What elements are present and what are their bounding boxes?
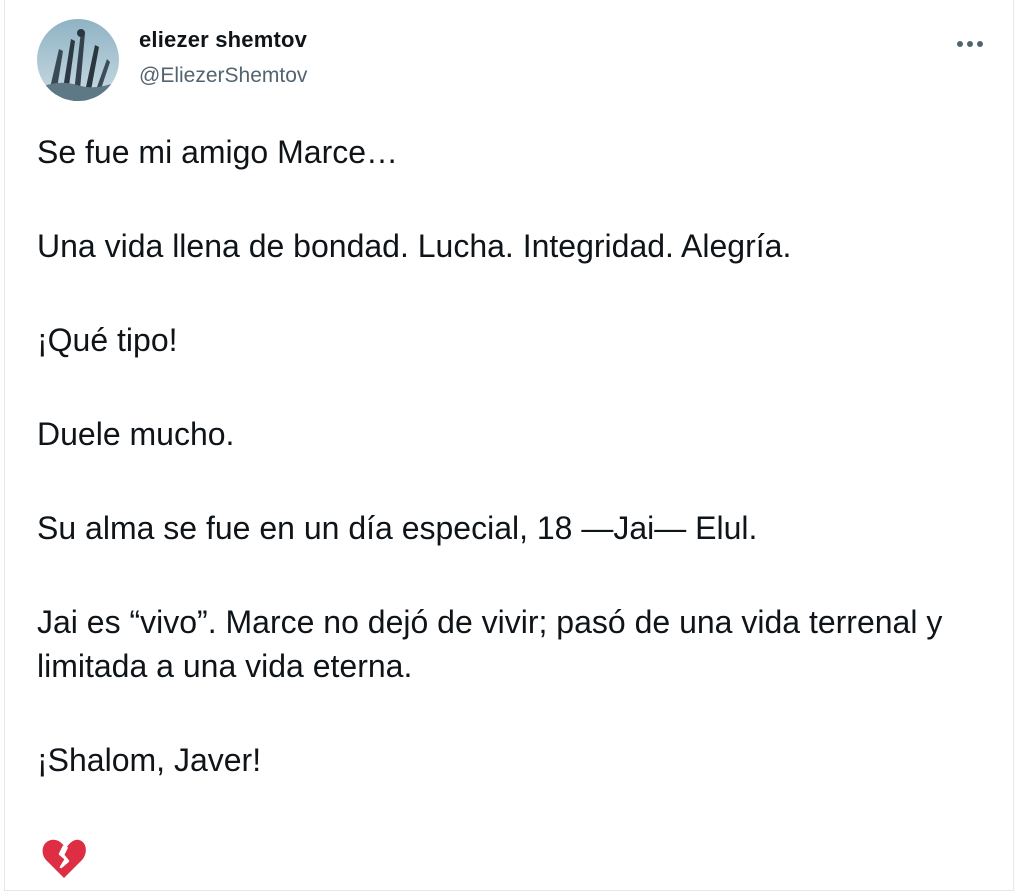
tweet-paragraph: Su alma se fue en un día especial, 18 —J… — [37, 510, 758, 546]
tweet-paragraph: Se fue mi amigo Marce… — [37, 134, 399, 170]
broken-heart-icon — [41, 836, 87, 880]
author-display-name[interactable]: eliezer shemtov — [139, 27, 307, 53]
avatar[interactable] — [37, 19, 119, 101]
tweet-text: Se fue mi amigo Marce… Una vida llena de… — [37, 130, 987, 832]
avatar-image — [37, 19, 119, 101]
tweet-paragraph: Jai es “vivo”. Marce no dejó de vivir; p… — [37, 604, 952, 684]
tweet-paragraph: ¡Qué tipo! — [37, 322, 178, 358]
tweet-paragraph: Una vida llena de bondad. Lucha. Integri… — [37, 228, 792, 264]
author-handle[interactable]: @EliezerShemtov — [139, 64, 307, 88]
tweet-paragraph: ¡Shalom, Javer! — [37, 742, 262, 778]
more-horizontal-icon — [957, 41, 983, 47]
tweet-card: eliezer shemtov @EliezerShemtov Se fue m… — [4, 0, 1014, 891]
more-options-button[interactable] — [950, 24, 990, 64]
tweet-paragraph: Duele mucho. — [37, 416, 235, 452]
